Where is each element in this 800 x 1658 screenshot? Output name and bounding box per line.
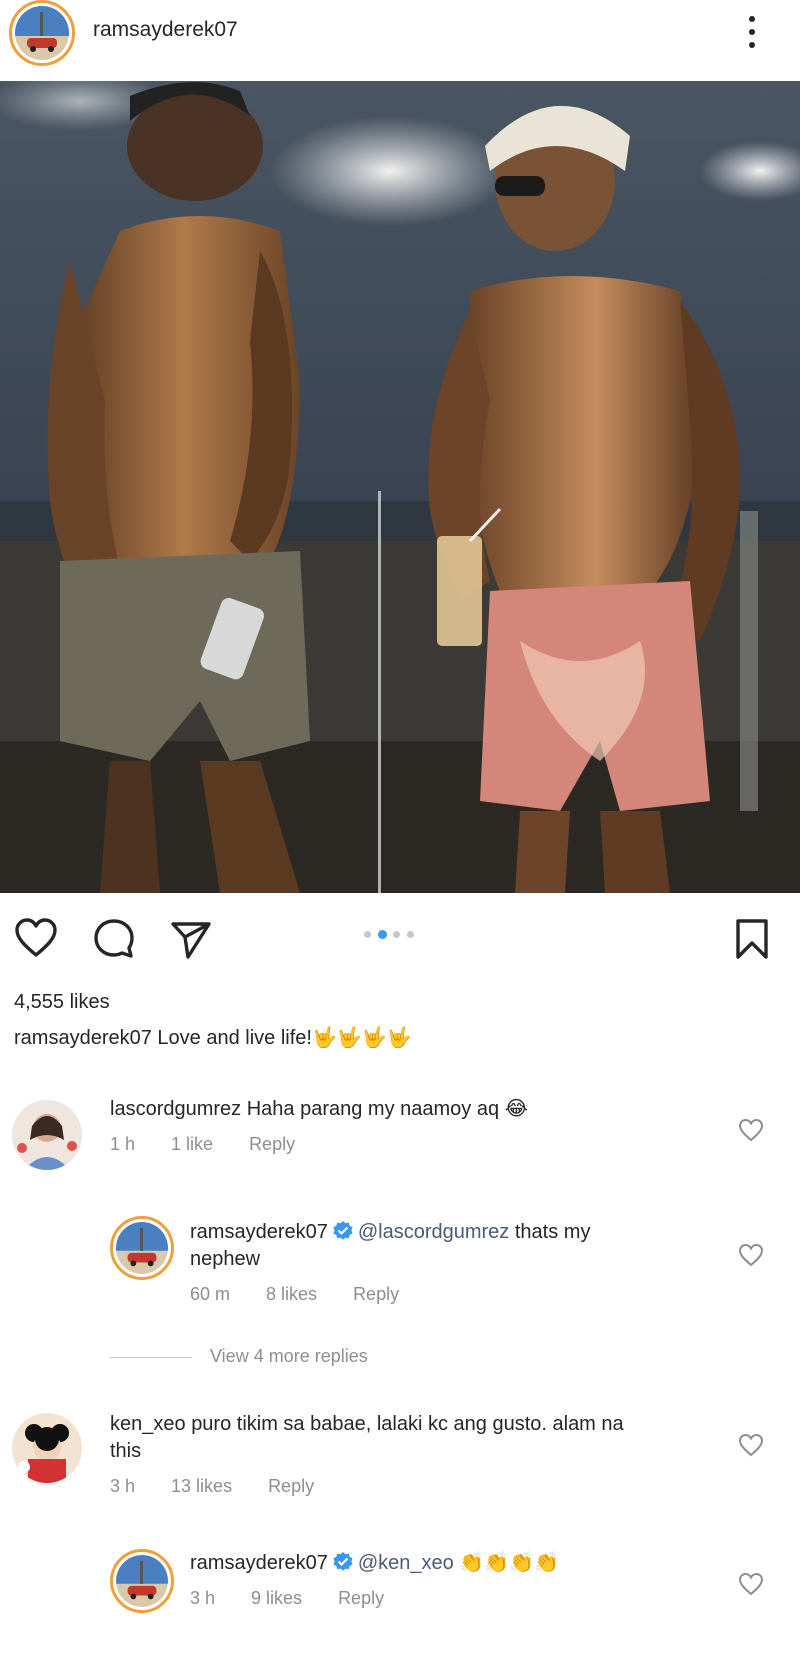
comment-avatar[interactable] [12,1100,82,1170]
profile-avatar[interactable] [9,0,75,66]
post-photo[interactable] [0,81,800,893]
verified-icon [333,1552,353,1571]
reply-2-body: ramsayderek07 @ken_xeo 👏👏👏👏 [190,1550,690,1577]
comment-like-icon[interactable] [738,1433,764,1457]
view-more-label[interactable]: View 4 more replies [210,1346,368,1366]
comment-text: Haha parang my naamoy aq 😂 [246,1098,529,1120]
comment-text-cont: nephew [190,1248,261,1270]
divider-line [110,1356,192,1358]
likes-count[interactable]: 4,555 likes [14,991,110,1014]
comment-like-icon[interactable] [738,1243,764,1267]
comment-text: thats my [514,1221,591,1243]
comment-text-cont: this [110,1440,142,1462]
comment-avatar[interactable] [12,1413,82,1483]
comment-meta: 1 h 1 like Reply [110,1134,331,1155]
caption-emoji: 🤟🤟🤟🤟 [311,1027,412,1049]
caption-username[interactable]: ramsayderek07 [14,1027,152,1049]
comment-icon[interactable] [92,918,136,960]
comment-like-icon[interactable] [738,1572,764,1596]
comment-time: 60 m [190,1284,231,1304]
view-more-replies[interactable]: View 4 more replies [110,1346,368,1367]
comment-time: 3 h [110,1476,136,1496]
reply-avatar[interactable] [110,1549,174,1613]
comment-1-body: lascordgumrez Haha parang my naamoy aq 😂 [110,1096,690,1123]
reply-avatar[interactable] [110,1216,174,1280]
comment-time: 3 h [190,1588,216,1608]
header-username[interactable]: ramsayderek07 [93,18,238,42]
reply-button[interactable]: Reply [268,1476,314,1496]
share-icon[interactable] [170,920,212,960]
comment-likes[interactable]: 8 likes [266,1284,317,1304]
comment-meta: 3 h 13 likes Reply [110,1476,350,1497]
comment-likes[interactable]: 1 like [171,1134,213,1154]
comment-username[interactable]: ramsayderek07 [190,1552,328,1574]
comment-meta: 60 m 8 likes Reply [190,1284,435,1305]
verified-icon [333,1221,353,1240]
caption: ramsayderek07 Love and live life!🤟🤟🤟🤟 [14,1025,412,1050]
comment-time: 1 h [110,1134,136,1154]
reply-1-body: ramsayderek07 @lascordgumrez thats my nep… [190,1219,690,1273]
caption-text: Love and live life! [157,1027,312,1049]
heart-icon[interactable] [14,918,58,958]
more-icon[interactable] [745,14,759,50]
comment-username[interactable]: ramsayderek07 [190,1221,328,1243]
comment-text: puro tikim sa babae, lalaki kc ang gusto… [191,1413,624,1435]
comment-likes[interactable]: 13 likes [171,1476,232,1496]
comment-like-icon[interactable] [738,1118,764,1142]
bookmark-icon[interactable] [734,918,770,960]
comment-username[interactable]: ken_xeo [110,1413,186,1435]
comment-likes[interactable]: 9 likes [251,1588,302,1608]
reply-button[interactable]: Reply [353,1284,399,1304]
comment-2-body: ken_xeo puro tikim sa babae, lalaki kc a… [110,1411,710,1465]
avatar-image [15,6,69,60]
avatar-image [116,1222,168,1274]
mention-link[interactable]: @lascordgumrez [358,1221,509,1243]
avatar-image [116,1555,168,1607]
comment-username[interactable]: lascordgumrez [110,1098,241,1120]
reply-button[interactable]: Reply [249,1134,295,1154]
reply-button[interactable]: Reply [338,1588,384,1608]
comment-text: 👏👏👏👏 [459,1552,559,1574]
mention-link[interactable]: @ken_xeo [358,1552,454,1574]
comment-meta: 3 h 9 likes Reply [190,1588,420,1609]
